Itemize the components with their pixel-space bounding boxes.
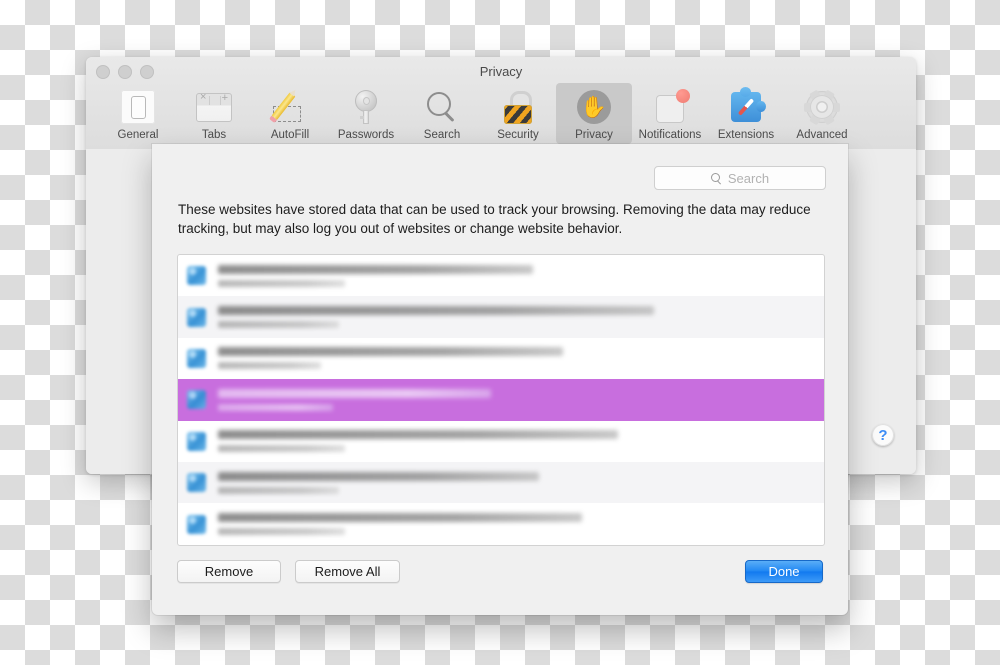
toolbar-label-tabs: Tabs [201,129,227,141]
table-row[interactable] [178,296,824,338]
toolbar-label-security: Security [497,129,539,141]
help-button[interactable]: ? [872,424,894,446]
toolbar-label-privacy: Privacy [575,129,613,141]
toolbar-label-notifications: Notifications [638,129,702,141]
website-name-redacted [218,388,491,398]
website-name-redacted [218,471,540,481]
website-detail-redacted [218,403,334,411]
table-row[interactable] [178,338,824,379]
lock-icon [480,87,556,127]
key-icon [328,87,404,127]
website-data-sheet: Search These websites have stored data t… [152,144,848,615]
website-name-redacted [218,264,534,274]
website-globe-icon [187,348,206,368]
table-row[interactable] [178,421,824,462]
window-title: Privacy [479,64,523,79]
website-globe-icon [187,473,206,493]
remove-button[interactable]: Remove [177,560,281,583]
website-name-redacted [218,347,564,357]
website-detail-redacted [218,445,346,453]
search-input[interactable]: Search [654,166,826,190]
toolbar-item-security[interactable]: Security [480,83,556,144]
toolbar-label-extensions: Extensions [717,129,775,141]
tabs-icon [176,87,252,127]
done-button[interactable]: Done [745,560,823,583]
toolbar-item-privacy[interactable]: ✋ Privacy [556,83,632,144]
website-detail-redacted [218,362,322,370]
website-globe-icon [187,514,206,534]
general-icon [100,87,176,127]
toolbar-item-tabs[interactable]: Tabs [176,83,252,144]
toolbar-label-search: Search [423,129,461,141]
website-name-redacted [218,513,582,523]
toolbar-item-general[interactable]: General [100,83,176,144]
toolbar-item-search[interactable]: Search [404,83,480,144]
website-globe-icon [187,307,206,327]
website-name-redacted [218,430,618,440]
website-globe-icon [187,431,206,451]
website-globe-icon [187,266,206,286]
notification-badge-icon [676,88,690,103]
magnifier-icon [404,87,480,127]
website-data-list[interactable] [177,254,825,546]
toolbar-item-extensions[interactable]: Extensions [708,83,784,144]
toolbar-item-notifications[interactable]: Notifications [632,83,708,144]
remove-all-button[interactable]: Remove All [295,560,400,583]
gear-icon [784,87,860,127]
toolbar-item-passwords[interactable]: Passwords [328,83,404,144]
preferences-toolbar: General Tabs AutoFill [100,83,860,144]
search-icon [710,172,722,185]
table-row[interactable] [178,461,824,504]
toolbar-label-autofill: AutoFill [270,129,310,141]
toolbar-item-autofill[interactable]: AutoFill [252,83,328,144]
table-row[interactable] [178,255,824,296]
toolbar-label-passwords: Passwords [337,129,395,141]
hand-icon: ✋ [556,87,632,127]
notification-icon [632,87,708,127]
table-row[interactable] [178,503,824,544]
window-titlebar: Privacy General Tabs [86,57,916,150]
table-row-selected[interactable] [178,379,824,421]
autofill-icon [252,87,328,127]
website-detail-redacted [218,486,340,494]
website-globe-icon [187,390,206,410]
toolbar-label-general: General [117,129,159,141]
website-detail-redacted [218,321,340,329]
puzzle-piece-icon [708,87,784,127]
sheet-description-text: These websites have stored data that can… [178,202,811,236]
website-detail-redacted [218,528,346,536]
toolbar-label-advanced: Advanced [796,129,848,141]
toolbar-item-advanced[interactable]: Advanced [784,83,860,144]
search-placeholder: Search [727,170,770,186]
website-detail-redacted [218,279,346,287]
screenshot-canvas: Privacy General Tabs [0,0,1000,665]
website-name-redacted [218,306,655,316]
